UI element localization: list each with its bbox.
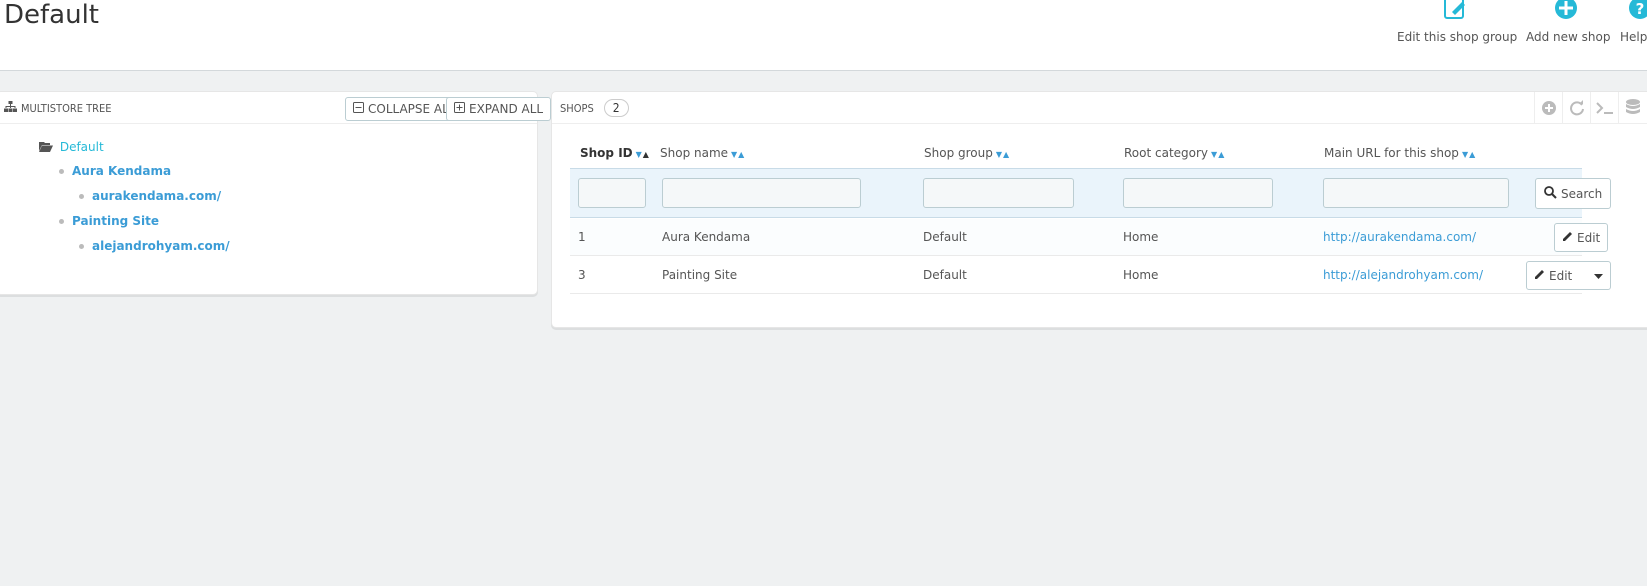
cell-shop-name: Painting Site xyxy=(662,268,738,282)
filter-shop-group-input[interactable] xyxy=(923,178,1074,208)
cell-shop-id: 3 xyxy=(578,268,586,282)
table-row[interactable]: 1 Aura Kendama Default Home http://aurak… xyxy=(570,219,1609,256)
shop-count-badge: 2 xyxy=(603,99,629,117)
cell-shop-name: Aura Kendama xyxy=(662,230,751,244)
filter-row: Search xyxy=(570,168,1612,218)
filter-shop-id-input[interactable] xyxy=(578,178,646,208)
cell-main-url[interactable]: http://alejandrohyam.com/ xyxy=(1323,268,1483,282)
search-button[interactable]: Search xyxy=(1535,178,1612,209)
tree-shop-url: aurakendama.com/ xyxy=(92,189,222,203)
help-button[interactable]: ? Help xyxy=(1620,0,1647,50)
edit-label: Edit xyxy=(1577,230,1601,245)
shops-panel-heading: SHOPS 2 xyxy=(552,92,1647,124)
tree-shop-name: Aura Kendama xyxy=(72,164,172,178)
add-new-shop-label: Add new shop xyxy=(1526,30,1611,44)
help-circle-icon: ? xyxy=(1625,0,1647,20)
column-header-shop-id[interactable]: Shop ID ▼▲ xyxy=(580,146,650,160)
tree-node-default[interactable]: Default xyxy=(39,140,104,155)
refresh-icon[interactable] xyxy=(1562,92,1590,124)
plus-square-icon xyxy=(454,102,465,116)
cell-main-url[interactable]: http://aurakendama.com/ xyxy=(1323,230,1476,244)
column-label: Shop name xyxy=(660,146,729,160)
cell-shop-id: 1 xyxy=(578,230,586,244)
edit-shop-group-button[interactable]: Edit this shop group xyxy=(1397,0,1517,50)
tree-node-default-label: Default xyxy=(59,140,104,154)
cell-root-category: Home xyxy=(1123,230,1159,244)
cell-shop-group: Default xyxy=(923,268,967,282)
bullet-icon xyxy=(59,219,64,224)
filter-shop-name-input[interactable] xyxy=(662,178,861,208)
database-icon[interactable] xyxy=(1618,92,1646,124)
filter-root-category-input[interactable] xyxy=(1123,178,1273,208)
sitemap-icon xyxy=(4,101,17,115)
tree-panel-heading: MULTISTORE TREE Collapse All Expand All xyxy=(0,92,552,124)
sort-icon[interactable]: ▼▲ xyxy=(1462,150,1476,159)
shops-panel: SHOPS 2 Shop ID ▼▲ Shop name ▼▲ Shop group… xyxy=(551,91,1647,328)
edit-label: Edit xyxy=(1549,268,1573,283)
column-label: Root category xyxy=(1124,146,1209,160)
tree-node-url[interactable]: alejandrohyam.com/ xyxy=(79,239,230,253)
column-label: Shop ID xyxy=(580,146,633,160)
shops-panel-title: SHOPS xyxy=(560,101,594,115)
folder-open-icon xyxy=(39,141,53,155)
tree-node-shop[interactable]: Aura Kendama xyxy=(59,164,171,178)
column-label: Main URL for this shop xyxy=(1324,146,1459,160)
edit-shop-group-label: Edit this shop group xyxy=(1397,30,1518,44)
expand-all-button[interactable]: Expand All xyxy=(446,97,552,121)
edit-button[interactable]: Edit xyxy=(1526,261,1612,290)
bullet-icon xyxy=(79,194,84,199)
caret-down-icon[interactable] xyxy=(1594,269,1604,283)
add-new-shop-button[interactable]: Add new shop xyxy=(1526,0,1610,50)
page-header: Default Edit this shop group Add new sho… xyxy=(0,0,1647,71)
sort-icon[interactable]: ▼▲ xyxy=(996,150,1010,159)
bullet-icon xyxy=(79,244,84,249)
table-row[interactable]: 3 Painting Site Default Home http://alej… xyxy=(570,257,1612,294)
filter-main-url-input[interactable] xyxy=(1323,178,1509,208)
add-icon[interactable] xyxy=(1534,92,1562,124)
column-header-shop-group[interactable]: Shop group ▼▲ xyxy=(924,146,1010,160)
svg-text:?: ? xyxy=(1636,0,1645,18)
expand-all-label: Expand All xyxy=(469,102,544,116)
edit-icon xyxy=(1440,0,1470,20)
sort-icon[interactable]: ▼▲ xyxy=(731,150,745,159)
page-title: Default xyxy=(4,0,99,30)
sort-icon[interactable]: ▼▲ xyxy=(636,150,650,159)
column-header-main-url[interactable]: Main URL for this shop ▼▲ xyxy=(1324,146,1476,160)
collapse-all-label: Collapse All xyxy=(368,102,456,116)
help-label: Help xyxy=(1620,30,1647,44)
column-label: Shop group xyxy=(924,146,993,160)
multistore-tree-panel: MULTISTORE TREE Collapse All Expand All … xyxy=(0,91,552,295)
sort-icon[interactable]: ▼▲ xyxy=(1211,150,1225,159)
tree-panel-title: MULTISTORE TREE xyxy=(21,101,112,115)
tree-shop-url: alejandrohyam.com/ xyxy=(92,239,230,253)
tree-node-url[interactable]: aurakendama.com/ xyxy=(79,189,221,203)
search-icon xyxy=(1544,185,1557,202)
cell-shop-group: Default xyxy=(923,230,967,244)
cell-root-category: Home xyxy=(1123,268,1159,282)
edit-button[interactable]: Edit xyxy=(1554,223,1609,252)
tree-node-shop[interactable]: Painting Site xyxy=(59,214,159,228)
terminal-icon[interactable] xyxy=(1590,92,1618,124)
column-header-shop-name[interactable]: Shop name ▼▲ xyxy=(660,146,745,160)
pencil-icon xyxy=(1534,269,1545,283)
plus-circle-icon xyxy=(1551,0,1581,20)
tree-shop-name: Painting Site xyxy=(72,214,160,228)
column-header-root-category[interactable]: Root category ▼▲ xyxy=(1124,146,1225,160)
search-label: Search xyxy=(1561,186,1603,201)
minus-square-icon xyxy=(353,102,364,116)
pencil-icon xyxy=(1562,231,1573,245)
bullet-icon xyxy=(59,169,64,174)
